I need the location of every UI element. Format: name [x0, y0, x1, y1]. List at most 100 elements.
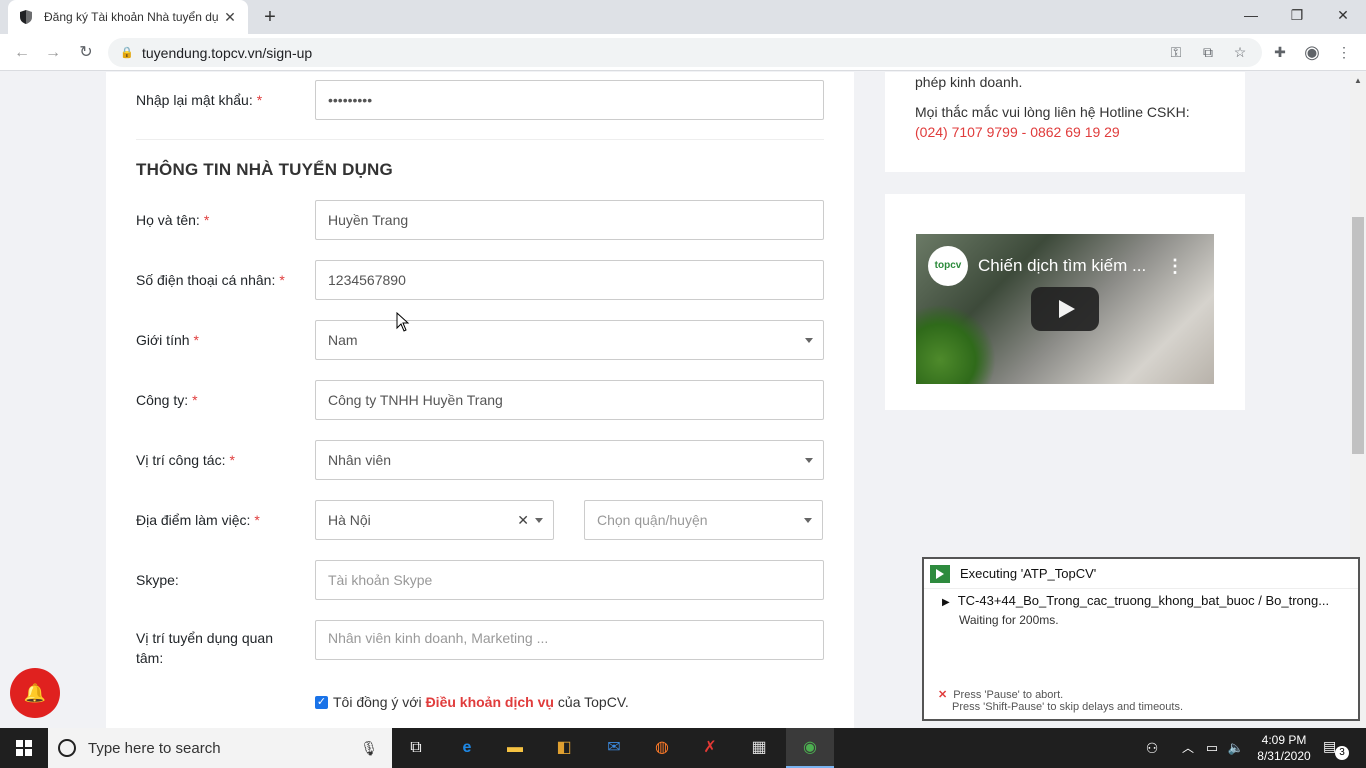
clock[interactable]: 4:09 PM 8/31/2020	[1254, 732, 1314, 764]
restore-icon[interactable]: ❐	[1274, 0, 1320, 30]
mail-icon[interactable]: ✉	[602, 736, 626, 760]
store-icon[interactable]: ◧	[552, 736, 576, 760]
execution-popup: Executing 'ATP_TopCV' ▶ TC-43+44_Bo_Trong…	[922, 557, 1360, 721]
firefox-icon[interactable]: ◍	[650, 736, 674, 760]
browser-tab-strip: Đăng ký Tài khoản Nhà tuyển dụ ✕ + — ❐ ✕	[0, 0, 1366, 34]
translate-icon[interactable]: ⧉	[1197, 41, 1219, 63]
skype-row: Skype: Tài khoản Skype	[136, 560, 824, 600]
close-tab-icon[interactable]: ✕	[222, 9, 238, 25]
video-title[interactable]: Chiến dịch tìm kiếm ...	[978, 256, 1146, 276]
interest-row: Vị trí tuyển dụng quan tâm: Nhân viên ki…	[136, 620, 824, 666]
fullname-label: Họ và tên:	[136, 212, 200, 228]
popup-header: Executing 'ATP_TopCV'	[924, 559, 1358, 589]
phone-field[interactable]: 1234567890	[315, 260, 824, 300]
new-tab-button[interactable]: +	[258, 6, 282, 30]
confirm-password-row: Nhập lại mật khẩu: * •••••••••	[136, 80, 824, 120]
support-text-1: phép kinh doanh.	[915, 74, 1023, 90]
interest-label: Vị trí tuyển dụng quan tâm:	[136, 630, 273, 666]
scroll-thumb[interactable]	[1352, 217, 1364, 454]
notepad-icon[interactable]: ▦	[747, 736, 771, 760]
section-title: THÔNG TIN NHÀ TUYỂN DỤNG	[136, 160, 393, 179]
chevron-down-icon	[805, 458, 813, 463]
more-options-icon[interactable]: ⋮	[1166, 256, 1184, 277]
notification-bell-button[interactable]: 🔔	[10, 668, 60, 718]
support-card: phép kinh doanh. Mọi thắc mắc vui lòng l…	[885, 72, 1245, 172]
phone-label: Số điện thoại cá nhân:	[136, 272, 276, 288]
company-label: Công ty:	[136, 392, 189, 408]
position-select[interactable]: Nhân viên	[315, 440, 824, 480]
bell-icon: 🔔	[23, 682, 47, 703]
location-row: Địa điểm làm việc: * Hà Nội ✕ Chọn quận/hu…	[136, 500, 824, 540]
browser-toolbar: ← → ↻ 🔒 tuyendung.topcv.vn/sign-up ⚿ ⧉ ☆…	[0, 34, 1366, 71]
time-text: 4:09 PM	[1261, 733, 1307, 747]
microphone-icon[interactable]: 🎙	[360, 740, 378, 757]
star-icon[interactable]: ☆	[1229, 41, 1251, 63]
people-icon[interactable]: ⚇	[1140, 736, 1164, 760]
minimize-icon[interactable]: —	[1228, 0, 1274, 30]
confirm-password-label: Nhập lại mật khẩu:	[136, 92, 253, 108]
scroll-up-icon[interactable]: ▲	[1354, 76, 1362, 85]
reload-icon[interactable]: ↻	[73, 40, 99, 66]
required-mark: *	[193, 332, 199, 348]
terms-link[interactable]: Điều khoản dịch vụ	[426, 694, 554, 710]
key-icon[interactable]: ⚿	[1165, 41, 1187, 63]
company-row: Công ty: * Công ty TNHH Huyền Trang	[136, 380, 824, 420]
confirm-password-field[interactable]: •••••••••	[315, 80, 824, 120]
abort-icon: ✕	[938, 689, 948, 701]
search-placeholder: Type here to search	[88, 739, 221, 757]
task-view-icon[interactable]: ⧉	[404, 736, 428, 760]
shield-icon	[20, 10, 32, 24]
video-player[interactable]: topcv Chiến dịch tìm kiếm ... ⋮	[916, 234, 1214, 384]
divider	[136, 139, 824, 140]
location-label: Địa điểm làm việc:	[136, 512, 251, 528]
menu-icon[interactable]: ⋮	[1333, 41, 1355, 63]
close-window-icon[interactable]: ✕	[1320, 0, 1366, 30]
profile-icon[interactable]: ◉	[1301, 41, 1323, 63]
popup-hints: ✕ Press 'Pause' to abort. Press 'Shift-Pa…	[938, 689, 1184, 713]
terms-agreement: ✓ Tôi đồng ý với Điều khoản dịch vụ của …	[315, 694, 629, 710]
status-text: Waiting for 200ms.	[959, 613, 1059, 627]
agree-prefix: Tôi đồng ý với	[333, 694, 422, 710]
city-select[interactable]: Hà Nội ✕	[315, 500, 554, 540]
network-icon[interactable]: ▭	[1200, 736, 1224, 760]
video-card: topcv Chiến dịch tìm kiếm ... ⋮	[885, 194, 1245, 410]
start-button[interactable]	[0, 728, 48, 768]
phone-row: Số điện thoại cá nhân: * 1234567890	[136, 260, 824, 300]
browser-tab[interactable]: Đăng ký Tài khoản Nhà tuyển dụ ✕	[8, 0, 248, 34]
skype-field[interactable]: Tài khoản Skype	[315, 560, 824, 600]
windows-icon	[16, 740, 32, 756]
file-explorer-icon[interactable]: ▬	[503, 736, 527, 760]
district-select[interactable]: Chọn quận/huyện	[584, 500, 823, 540]
back-icon[interactable]: ←	[9, 40, 35, 66]
company-field[interactable]: Công ty TNHH Huyền Trang	[315, 380, 824, 420]
address-bar[interactable]: 🔒 tuyendung.topcv.vn/sign-up	[108, 38, 1262, 67]
gender-row: Giới tính * Nam	[136, 320, 824, 360]
forward-icon[interactable]: →	[40, 40, 66, 66]
action-center-icon[interactable]: ▤ 3	[1323, 738, 1349, 760]
katalon-icon[interactable]: ✗	[698, 736, 722, 760]
interest-field[interactable]: Nhân viên kinh doanh, Marketing ...	[315, 620, 824, 660]
channel-logo: topcv	[928, 246, 968, 286]
extensions-icon[interactable]: ✚	[1269, 41, 1291, 63]
agree-checkbox[interactable]: ✓	[315, 695, 328, 709]
taskbar: Type here to search 🎙 ⧉ e ▬ ◧ ✉ ◍ ✗ ▦ ◉ …	[0, 728, 1366, 768]
clear-icon[interactable]: ✕	[517, 512, 529, 529]
fullname-field[interactable]: Huyền Trang	[315, 200, 824, 240]
volume-icon[interactable]: 🔈	[1224, 736, 1248, 760]
position-row: Vị trí công tác: * Nhân viên	[136, 440, 824, 480]
taskbar-search[interactable]: Type here to search 🎙	[48, 728, 392, 768]
chevron-down-icon	[804, 518, 812, 523]
notification-count: 3	[1335, 746, 1349, 760]
lock-icon: 🔒	[120, 47, 134, 59]
edge-icon[interactable]: e	[455, 736, 479, 760]
fullname-row: Họ và tên: * Huyền Trang	[136, 200, 824, 240]
chevron-up-icon[interactable]: ︿	[1176, 736, 1200, 760]
required-mark: *	[229, 452, 235, 468]
chevron-down-icon	[805, 338, 813, 343]
required-mark: *	[203, 212, 210, 228]
chrome-icon[interactable]: ◉	[786, 728, 834, 768]
play-button[interactable]	[1031, 287, 1099, 331]
required-mark: *	[279, 272, 285, 288]
expand-icon[interactable]: ▶	[942, 597, 950, 608]
gender-select[interactable]: Nam	[315, 320, 824, 360]
